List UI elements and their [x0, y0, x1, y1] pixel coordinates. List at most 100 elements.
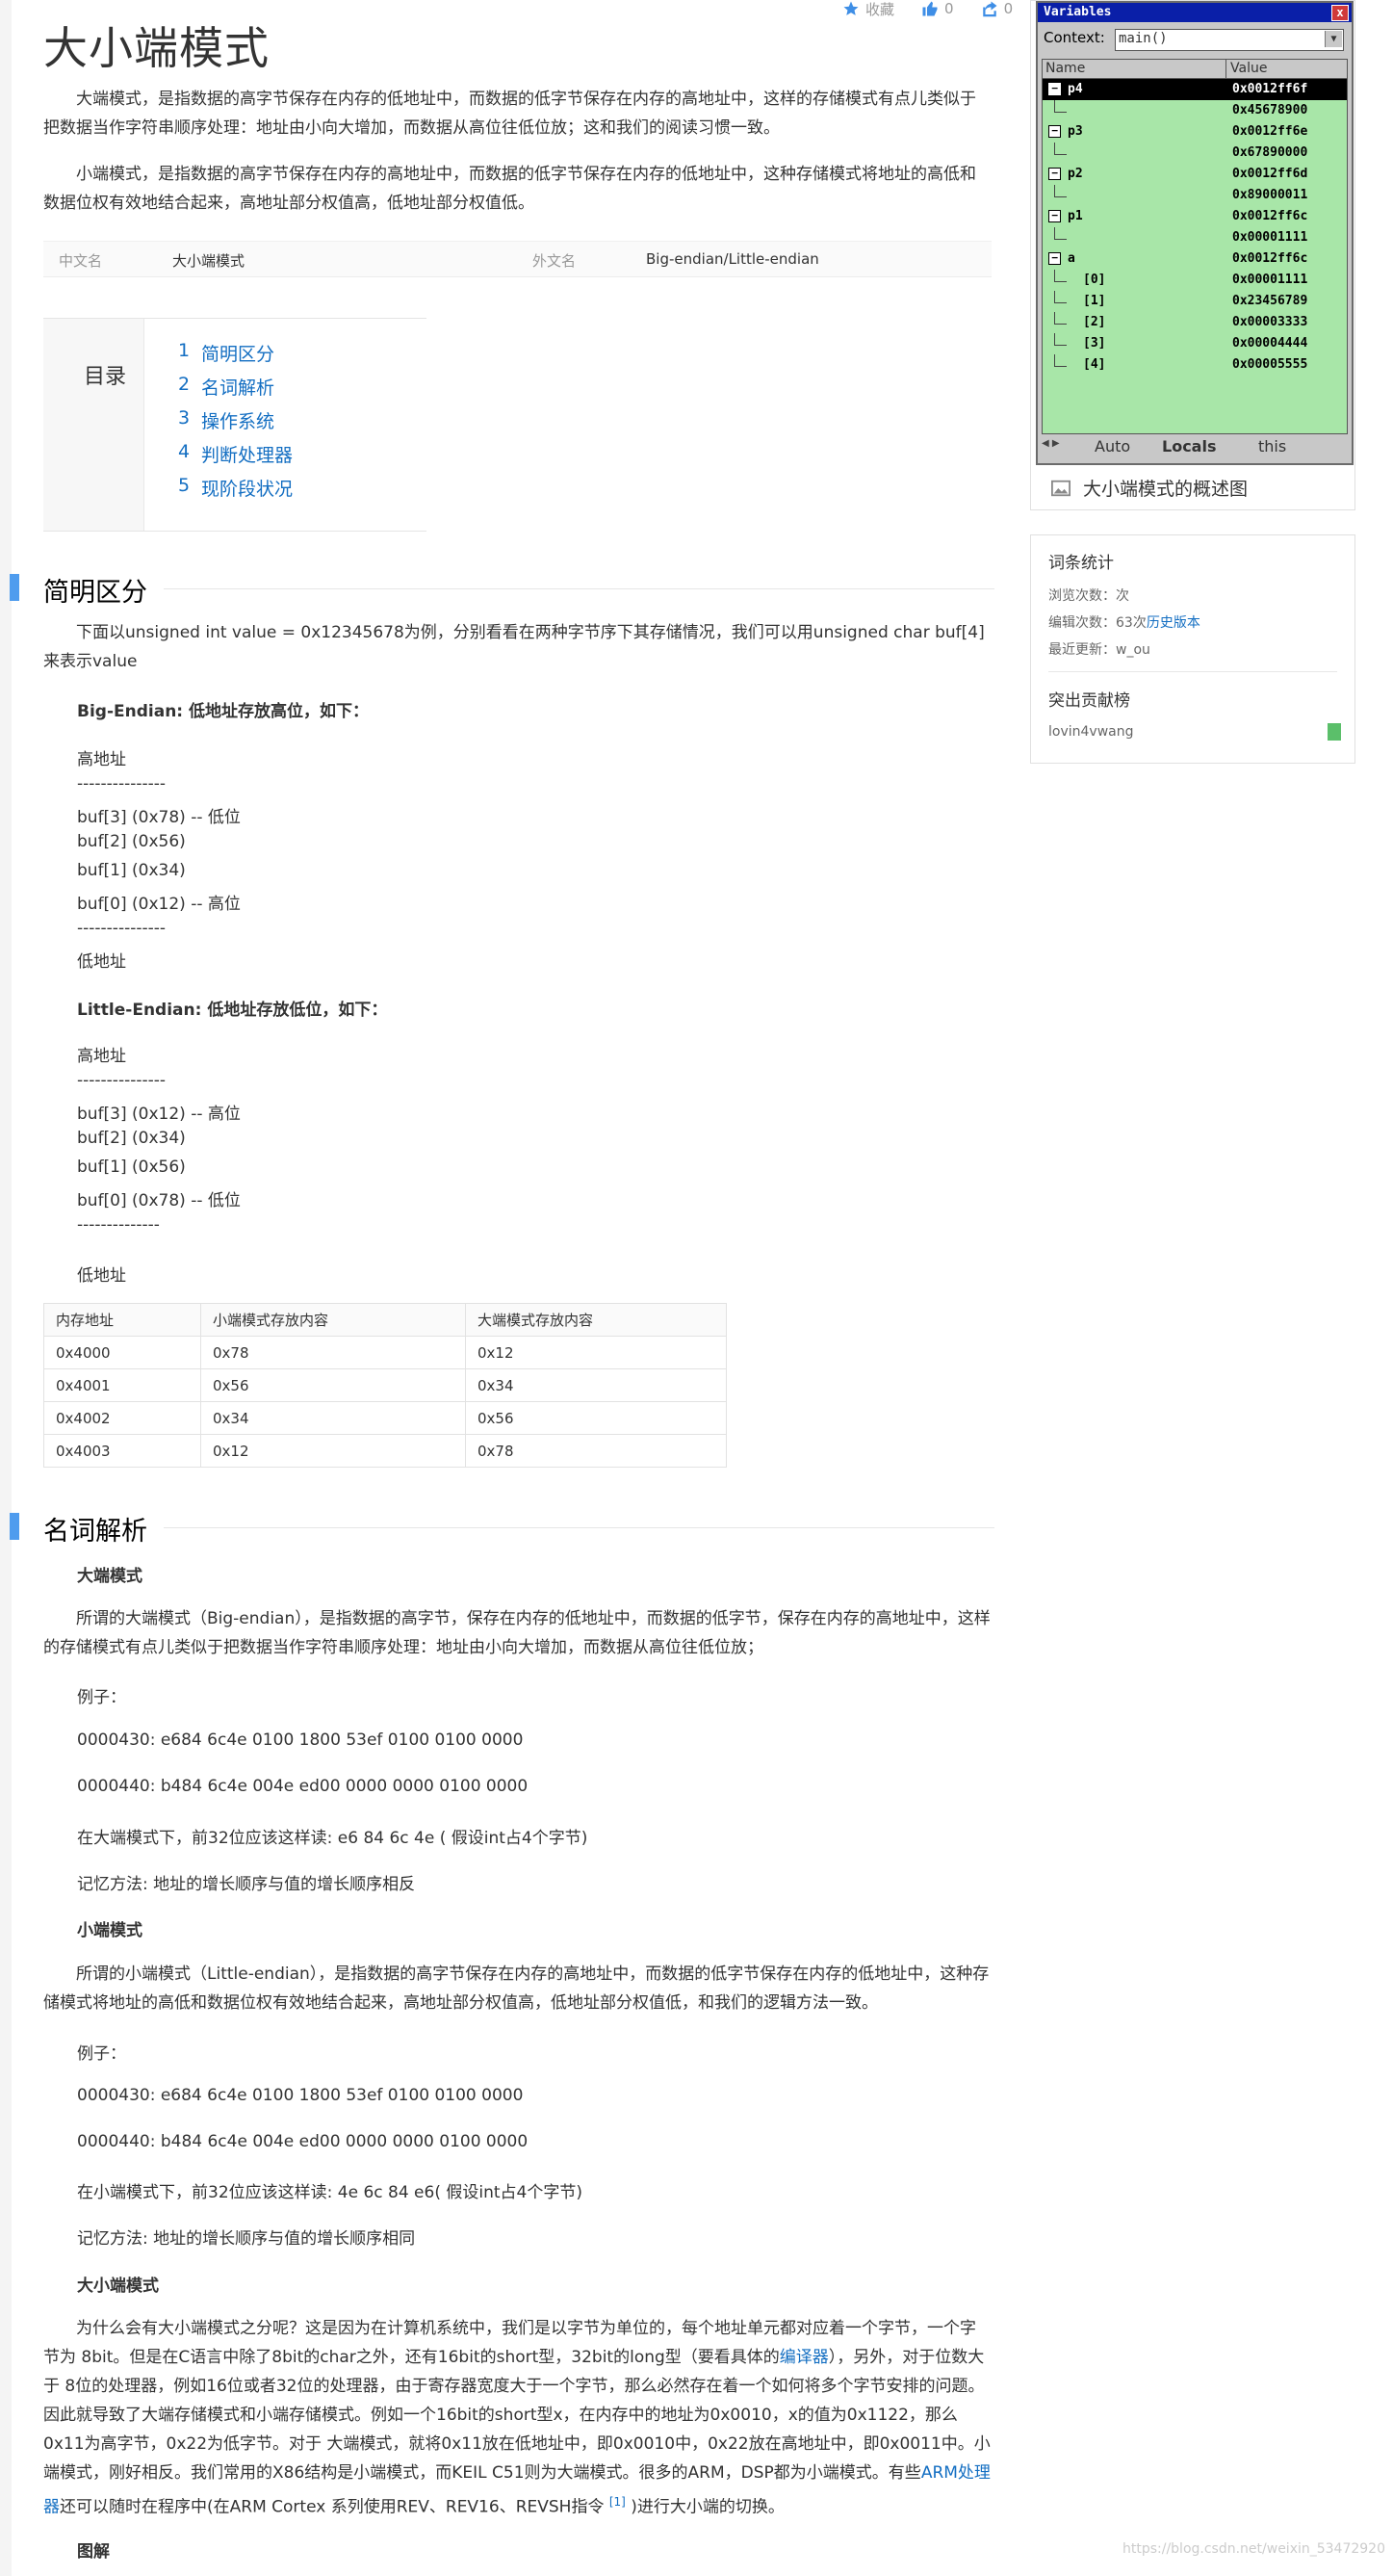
page-actions: 收藏 0 0 — [842, 0, 1013, 18]
tree-line — [1054, 143, 1067, 155]
table-of-contents: 目录 1 简明区分 2 名词解析 3 操作系统 4 判断处理器 5 现阶段状况 — [43, 318, 426, 532]
hex-dump-line: 0000440: b484 6c4e 004e ed00 0000 0000 0… — [77, 1777, 529, 1796]
hex-dump-line: 0000430: e684 6c4e 0100 1800 53ef 0100 0… — [77, 2086, 524, 2105]
variables-tabs: ◀ ▶ Auto Locals this — [1042, 436, 1346, 457]
section1-intro: 下面以unsigned int value = 0x12345678为例，分别看… — [43, 623, 985, 671]
variable-row: − p2 0x0012ff6d — [1043, 164, 1347, 185]
little-endian-line: --------------- — [77, 1071, 167, 1090]
variable-value: 0x00001111 — [1232, 230, 1308, 245]
summary-image-card[interactable]: Variables x Context: main() ▼ Name Value… — [1030, 0, 1355, 510]
big-endian-line: buf[3] (0x78) -- 低位 — [77, 808, 241, 827]
tab-auto: Auto — [1095, 437, 1131, 455]
variable-value: 0x23456789 — [1232, 294, 1308, 308]
infobox-cn-value: 大小端模式 — [172, 252, 245, 270]
big-endian-line: buf[2] (0x56) — [77, 832, 186, 851]
byte-order-table: 内存地址 小端模式存放内容 大端模式存放内容 0x4000 0x78 0x12 … — [43, 1303, 727, 1468]
table-row: 0x4000 0x78 0x12 — [43, 1336, 727, 1369]
variable-value: 0x89000011 — [1232, 188, 1308, 202]
contributor-badge-icon — [1328, 723, 1341, 741]
tree-line — [1054, 185, 1067, 197]
variable-row: − p3 0x0012ff6e — [1043, 121, 1347, 143]
tab-locals: Locals — [1162, 437, 1217, 455]
toc-item-4[interactable]: 4 判断处理器 — [178, 441, 293, 475]
toc-item-5[interactable]: 5 现阶段状况 — [178, 475, 293, 508]
big-endian-line: buf[1] (0x34) — [77, 861, 186, 880]
little-endian-line: 低地址 — [77, 1266, 126, 1286]
contributors-title: 突出贡献榜 — [1048, 691, 1130, 711]
page-left-margin — [0, 0, 12, 2576]
toc-item-3[interactable]: 3 操作系统 — [178, 407, 293, 441]
stats-title: 词条统计 — [1048, 554, 1114, 573]
picture-icon — [1051, 480, 1071, 496]
infobox-en-label: 外文名 — [532, 252, 577, 270]
stats-updated: 最近更新：w_ou — [1048, 642, 1150, 658]
variable-name: p1 — [1068, 209, 1083, 223]
stats-edits: 编辑次数：63次历史版本 — [1048, 615, 1200, 631]
section-heading-1: 简明区分 — [0, 571, 994, 608]
little-endian-memo: 记忆方法: 地址的增长顺序与值的增长顺序相同 — [77, 2229, 416, 2249]
variable-row: [4] 0x00005555 — [1043, 354, 1347, 376]
toc-item-2[interactable]: 2 名词解析 — [178, 374, 293, 407]
collapse-icon: − — [1048, 210, 1061, 222]
image-caption: 大小端模式的概述图 — [1050, 475, 1248, 501]
toc-list: 1 简明区分 2 名词解析 3 操作系统 4 判断处理器 5 现阶段状况 — [178, 340, 293, 508]
share-button[interactable]: 0 — [981, 0, 1013, 17]
toc-label: 目录 — [84, 365, 127, 389]
table-row: 0x4001 0x56 0x34 — [43, 1368, 727, 1402]
variable-value: 0x00005555 — [1232, 357, 1308, 372]
infobox-en-value: Big-endian/Little-endian — [646, 250, 819, 268]
variable-name: a — [1068, 251, 1075, 266]
variable-value: 0x0012ff6f — [1232, 82, 1308, 96]
page-title: 大小端模式 — [43, 22, 270, 74]
big-endian-line: 高地址 — [77, 750, 126, 769]
tab-scroll-arrows: ◀ ▶ — [1042, 438, 1060, 449]
variable-value: 0x45678900 — [1232, 103, 1308, 117]
collapse-icon: − — [1048, 83, 1061, 95]
variable-name: [4] — [1083, 357, 1106, 372]
little-endian-line: buf[3] (0x12) -- 高位 — [77, 1105, 241, 1124]
variable-row: − p4 0x0012ff6f — [1043, 79, 1347, 100]
variables-grid-header: Name Value — [1043, 60, 1347, 79]
big-endian-line: --------------- — [77, 774, 167, 794]
toc-item-1[interactable]: 1 简明区分 — [178, 340, 293, 374]
toc-header: 目录 — [43, 319, 144, 531]
little-endian-line: -------------- — [77, 1215, 160, 1235]
variable-value: 0x00001111 — [1232, 273, 1308, 287]
tab-this: this — [1258, 437, 1287, 455]
variables-grid: Name Value − p4 0x0012ff6f 0x45678900− p3 0x0… — [1042, 59, 1348, 434]
example-label: 例子： — [77, 2044, 126, 2064]
example-label: 例子： — [77, 1688, 126, 1707]
compiler-link[interactable]: 编译器 — [780, 2348, 829, 2367]
variable-value: 0x0012ff6c — [1232, 251, 1308, 266]
history-link[interactable]: 历史版本 — [1147, 615, 1200, 631]
variable-row: 0x00001111 — [1043, 227, 1347, 248]
variable-name: p4 — [1068, 82, 1083, 96]
diagram-subtitle: 图解 — [77, 2542, 110, 2562]
variable-row: [2] 0x00003333 — [1043, 312, 1347, 333]
share-icon — [982, 1, 997, 17]
little-endian-line: buf[0] (0x78) -- 低位 — [77, 1191, 241, 1210]
tree-line — [1054, 291, 1067, 303]
hex-dump-line: 0000430: e684 6c4e 0100 1800 53ef 0100 0… — [77, 1730, 524, 1750]
variable-row: 0x67890000 — [1043, 143, 1347, 164]
like-button[interactable]: 0 — [921, 0, 954, 17]
big-endian-line: --------------- — [77, 919, 167, 938]
big-endian-description: 所谓的大端模式（Big-endian），是指数据的高字节，保存在内存的低地址中，… — [43, 1609, 991, 1657]
favorite-button[interactable]: 收藏 — [842, 0, 894, 18]
context-label: Context: — [1044, 29, 1105, 46]
variable-value: 0x67890000 — [1232, 145, 1308, 160]
little-endian-description: 所谓的小端模式（Little-endian），是指数据的高字节保存在内存的高地址… — [43, 1965, 990, 2013]
little-endian-read: 在小端模式下，前32位应该这样读: 4e 6c 84 e6( 假设int占4个字… — [77, 2183, 582, 2202]
variable-name: p3 — [1068, 124, 1083, 139]
star-icon — [843, 1, 859, 15]
variable-row: − a 0x0012ff6c — [1043, 248, 1347, 270]
chevron-down-icon: ▼ — [1325, 31, 1342, 47]
big-endian-read: 在大端模式下，前32位应该这样读: e6 84 6c 4e ( 假设int占4个… — [77, 1829, 588, 1848]
variable-name: [2] — [1083, 315, 1106, 329]
variables-titlebar: Variables x — [1038, 3, 1352, 22]
reference-link[interactable]: [1] — [609, 2495, 626, 2509]
table-row: 0x4003 0x12 0x78 — [43, 1434, 727, 1468]
section-marker — [10, 574, 19, 601]
variable-row: − p1 0x0012ff6c — [1043, 206, 1347, 227]
contributor-name[interactable]: lovin4vwang — [1048, 724, 1133, 740]
